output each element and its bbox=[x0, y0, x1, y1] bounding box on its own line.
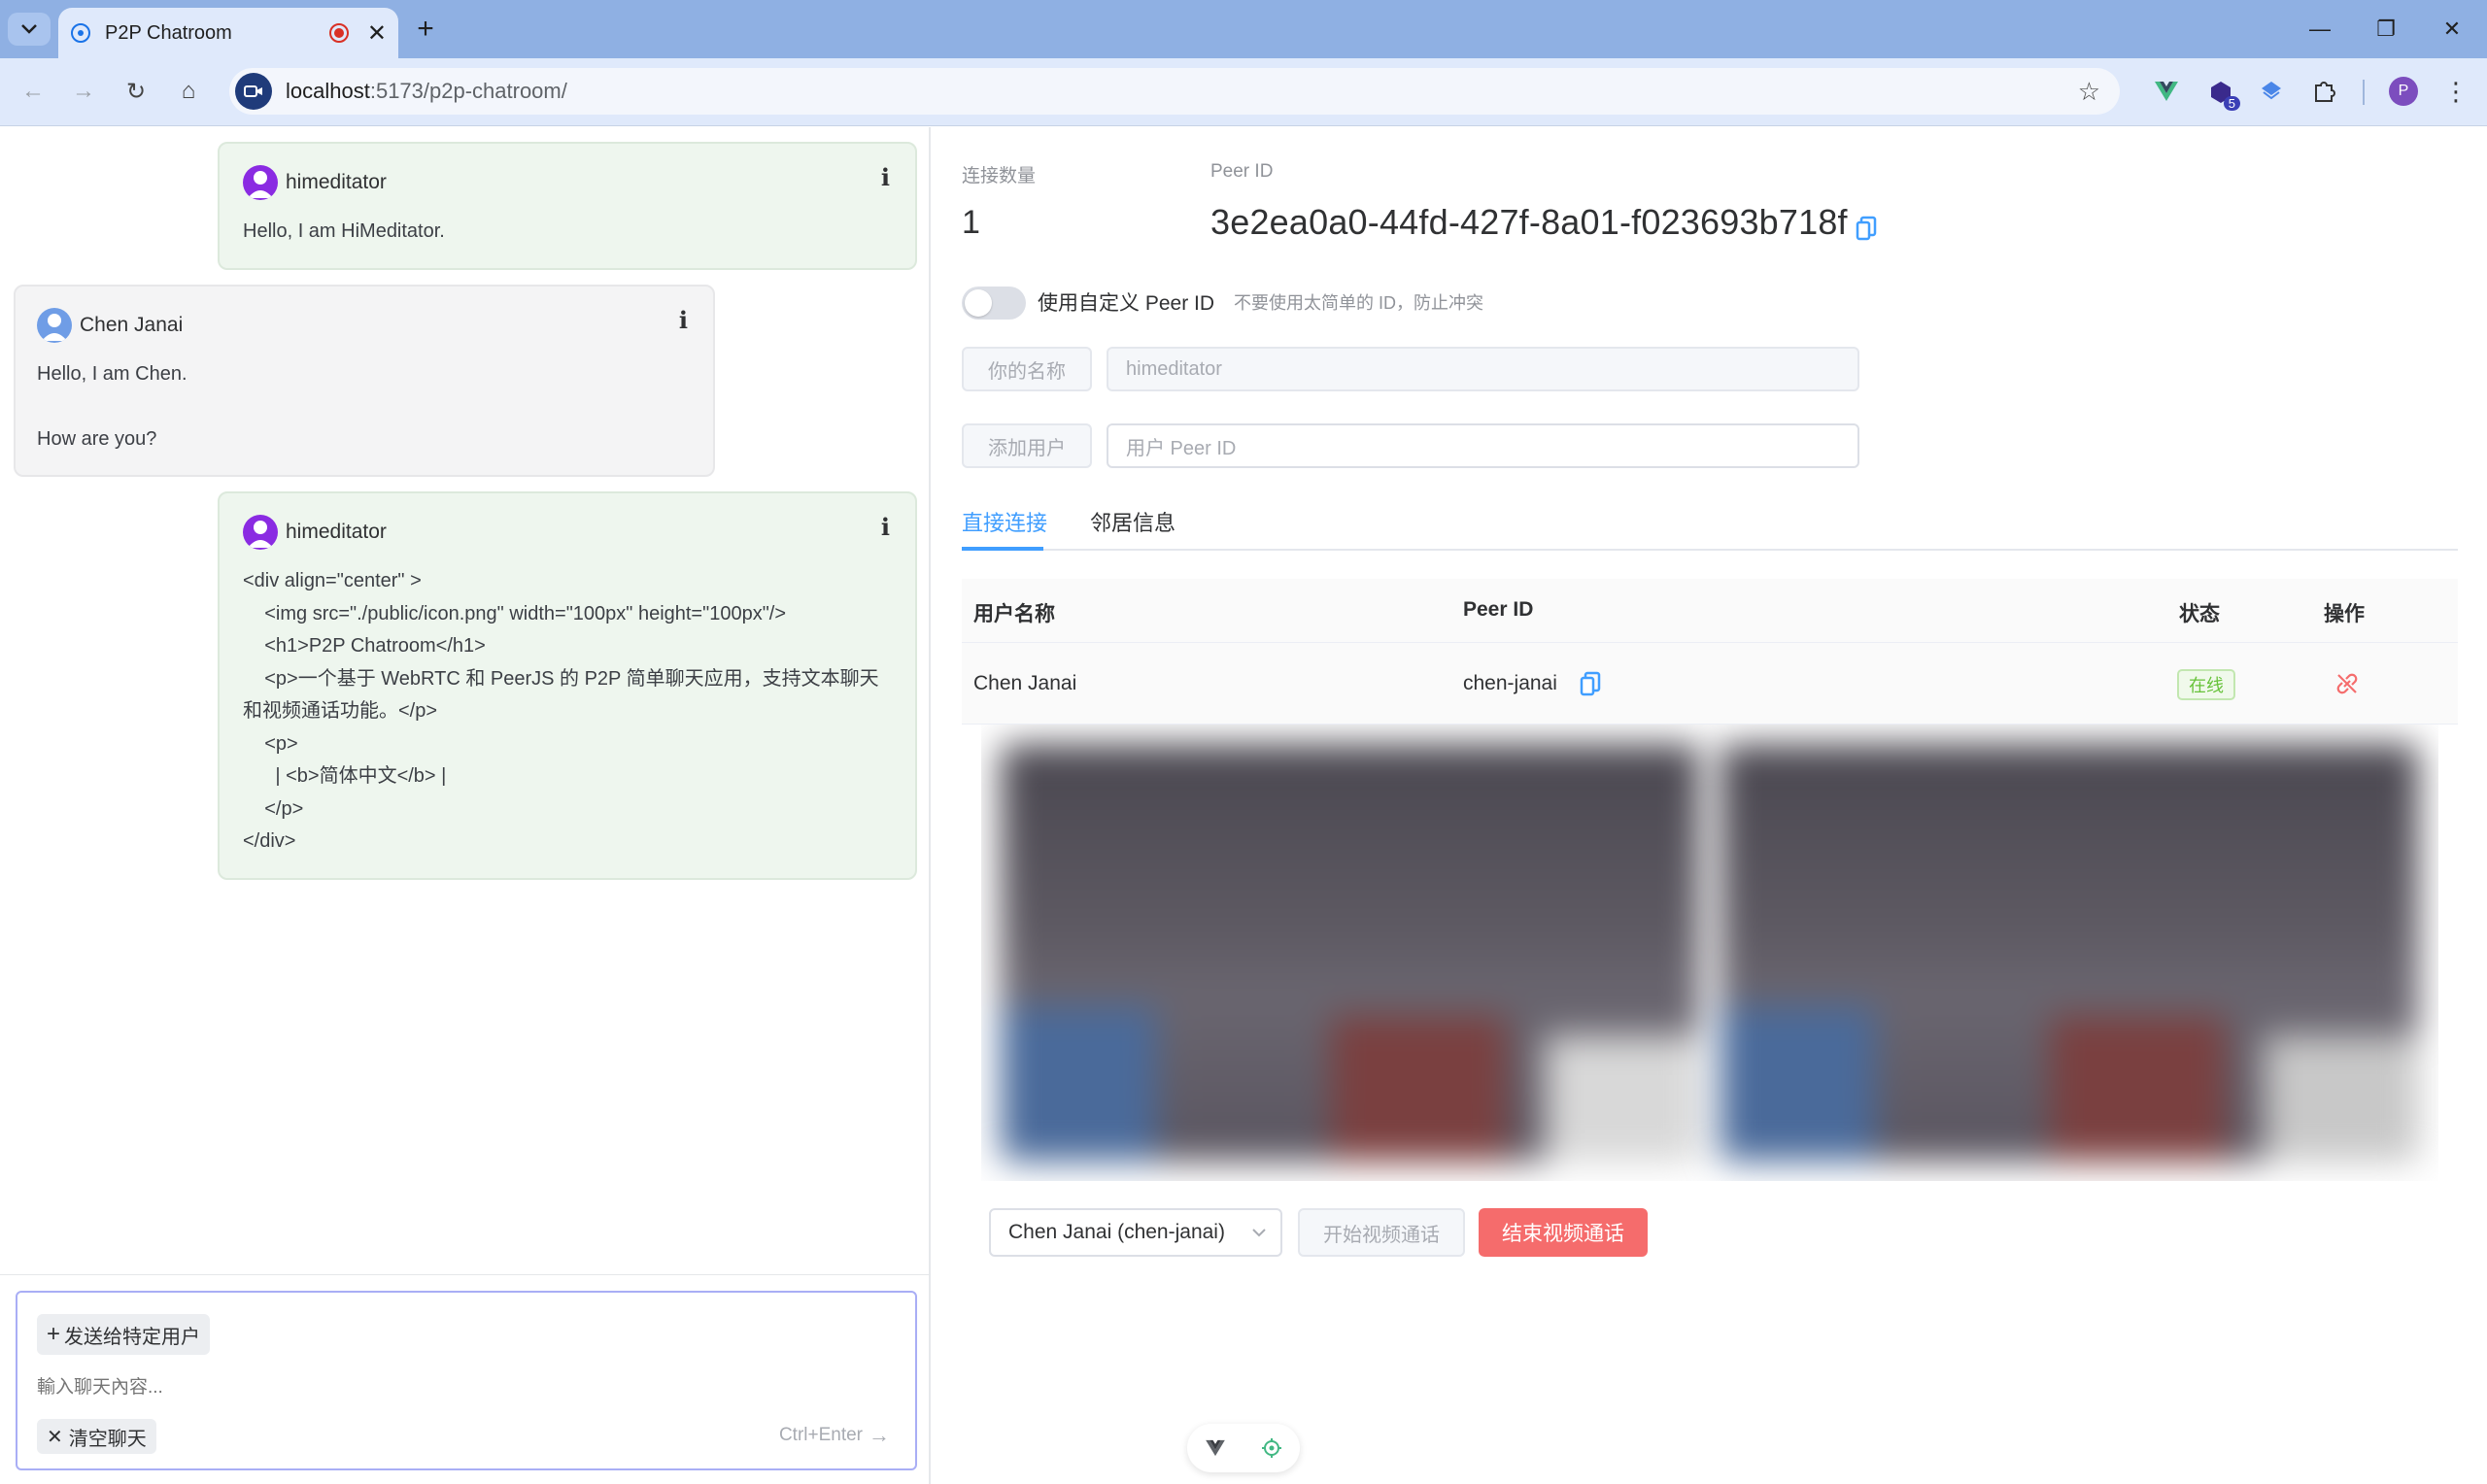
chevron-down-icon bbox=[1252, 1229, 1266, 1237]
active-tab-indicator bbox=[962, 547, 1043, 551]
local-video bbox=[1001, 744, 1700, 1162]
composer-divider bbox=[0, 1274, 931, 1275]
peer-id-input[interactable]: 用户 Peer ID bbox=[1107, 423, 1859, 468]
custom-peer-id-toggle[interactable] bbox=[962, 287, 1026, 320]
layers-extension-icon[interactable] bbox=[2254, 74, 2289, 109]
toolbar-divider bbox=[2363, 80, 2365, 105]
custom-peer-id-label: 使用自定义 Peer ID bbox=[1038, 292, 1215, 315]
video-camera-icon[interactable] bbox=[235, 73, 272, 110]
plus-icon: + bbox=[47, 1321, 61, 1347]
copy-icon[interactable] bbox=[1580, 671, 1601, 701]
tab-close-icon[interactable]: ✕ bbox=[367, 19, 387, 48]
message-bubble-self: himeditator i <div align="center" > <img… bbox=[218, 491, 917, 880]
connection-count: 1 bbox=[962, 204, 980, 241]
disconnect-link-icon[interactable] bbox=[2335, 672, 2359, 700]
message-username: Chen Janai bbox=[80, 314, 184, 336]
chat-composer: + 发送给特定用户 ✕ 清空聊天 Ctrl+Enter → bbox=[16, 1291, 917, 1470]
header-peer-id: Peer ID bbox=[1463, 598, 1534, 621]
vue-devtools-toggle[interactable] bbox=[1187, 1424, 1300, 1472]
call-target-select[interactable]: Chen Janai (chen-janai) bbox=[989, 1208, 1282, 1257]
message-text: Hello, I am HiMeditator. bbox=[243, 220, 445, 242]
puzzle-extensions-icon[interactable] bbox=[2306, 74, 2341, 109]
clear-chat-button[interactable]: ✕ 清空聊天 bbox=[37, 1419, 156, 1454]
name-input[interactable]: himeditator bbox=[1107, 347, 1859, 391]
status-badge: 在线 bbox=[2177, 669, 2235, 700]
remote-video bbox=[1720, 744, 2419, 1162]
table-header bbox=[962, 579, 2458, 643]
extension-count-badge: 5 bbox=[2223, 96, 2240, 111]
peer-id-value: 3e2ea0a0-44fd-427f-8a01-f023693b718f bbox=[1210, 202, 1848, 242]
tab-neighbor-info[interactable]: 邻居信息 bbox=[1090, 506, 1175, 537]
message-username: himeditator bbox=[286, 521, 387, 543]
copy-icon[interactable] bbox=[1856, 216, 1877, 246]
header-actions: 操作 bbox=[2324, 603, 2365, 625]
bookmark-star-icon[interactable]: ☆ bbox=[2078, 77, 2100, 107]
forward-icon[interactable]: → bbox=[64, 72, 103, 111]
send-button[interactable]: Ctrl+Enter → bbox=[779, 1423, 890, 1448]
vue-logo-icon bbox=[1206, 1439, 1225, 1457]
extension-badge-icon[interactable]: 5 bbox=[2203, 74, 2240, 111]
restore-button[interactable]: ❐ bbox=[2357, 10, 2415, 49]
minimize-button[interactable]: — bbox=[2291, 10, 2349, 49]
row-username: Chen Janai bbox=[973, 672, 1077, 694]
new-tab-button[interactable]: + bbox=[406, 12, 445, 47]
chevron-down-icon bbox=[21, 24, 37, 34]
info-icon[interactable]: i bbox=[881, 513, 890, 541]
tab-title: P2P Chatroom bbox=[105, 21, 232, 44]
browser-tab[interactable]: P2P Chatroom ✕ bbox=[58, 8, 398, 58]
browser-menu-icon[interactable]: ⋮ bbox=[2438, 74, 2473, 109]
tab-direct-connections[interactable]: 直接连接 bbox=[962, 506, 1047, 537]
avatar bbox=[243, 165, 278, 200]
peer-id-label: Peer ID bbox=[1210, 161, 1274, 182]
custom-peer-id-hint: 不要使用太简单的 ID，防止冲突 bbox=[1234, 293, 1483, 313]
tab-search-button[interactable] bbox=[8, 13, 51, 46]
globe-icon bbox=[71, 23, 90, 43]
end-video-call-button[interactable]: 结束视频通话 bbox=[1479, 1208, 1648, 1257]
vue-devtools-extension-icon[interactable] bbox=[2149, 74, 2184, 109]
add-user-button[interactable]: 添加用户 bbox=[962, 423, 1092, 468]
back-icon[interactable]: ← bbox=[14, 72, 52, 111]
avatar bbox=[243, 515, 278, 550]
header-status: 状态 bbox=[2179, 603, 2220, 625]
video-area bbox=[981, 725, 2438, 1181]
message-username: himeditator bbox=[286, 171, 387, 193]
target-icon bbox=[1262, 1438, 1281, 1458]
row-peer-id: chen-janai bbox=[1463, 672, 1557, 694]
profile-avatar[interactable]: P bbox=[2386, 74, 2421, 109]
message-bubble-other: Chen Janai i Hello, I am Chen. How are y… bbox=[14, 285, 715, 477]
send-to-user-button[interactable]: + 发送给特定用户 bbox=[37, 1314, 211, 1355]
message-bubble-self: himeditator i Hello, I am HiMeditator. bbox=[218, 142, 917, 270]
header-username: 用户名称 bbox=[973, 603, 1055, 625]
close-window-button[interactable]: ✕ bbox=[2423, 10, 2481, 49]
message-text: Hello, I am Chen. How are you? bbox=[37, 363, 187, 450]
connection-count-label: 连接数量 bbox=[962, 166, 1037, 186]
home-icon[interactable]: ⌂ bbox=[169, 72, 208, 111]
start-video-call-button[interactable]: 开始视频通话 bbox=[1298, 1208, 1465, 1257]
recording-icon bbox=[328, 23, 349, 43]
avatar bbox=[37, 308, 72, 343]
arrow-right-icon: → bbox=[869, 1423, 890, 1447]
chat-input[interactable] bbox=[37, 1370, 892, 1405]
info-icon[interactable]: i bbox=[679, 306, 688, 334]
url-text: localhost:5173/p2p-chatroom/ bbox=[286, 79, 567, 103]
reload-icon[interactable]: ↻ bbox=[117, 72, 155, 111]
info-icon[interactable]: i bbox=[881, 163, 890, 191]
address-bar[interactable]: localhost:5173/p2p-chatroom/ ☆ bbox=[229, 68, 2120, 115]
your-name-button[interactable]: 你的名称 bbox=[962, 347, 1092, 391]
close-icon: ✕ bbox=[47, 1426, 63, 1448]
tabs-divider bbox=[962, 549, 2458, 551]
message-text: <div align="center" > <img src="./public… bbox=[243, 570, 879, 852]
